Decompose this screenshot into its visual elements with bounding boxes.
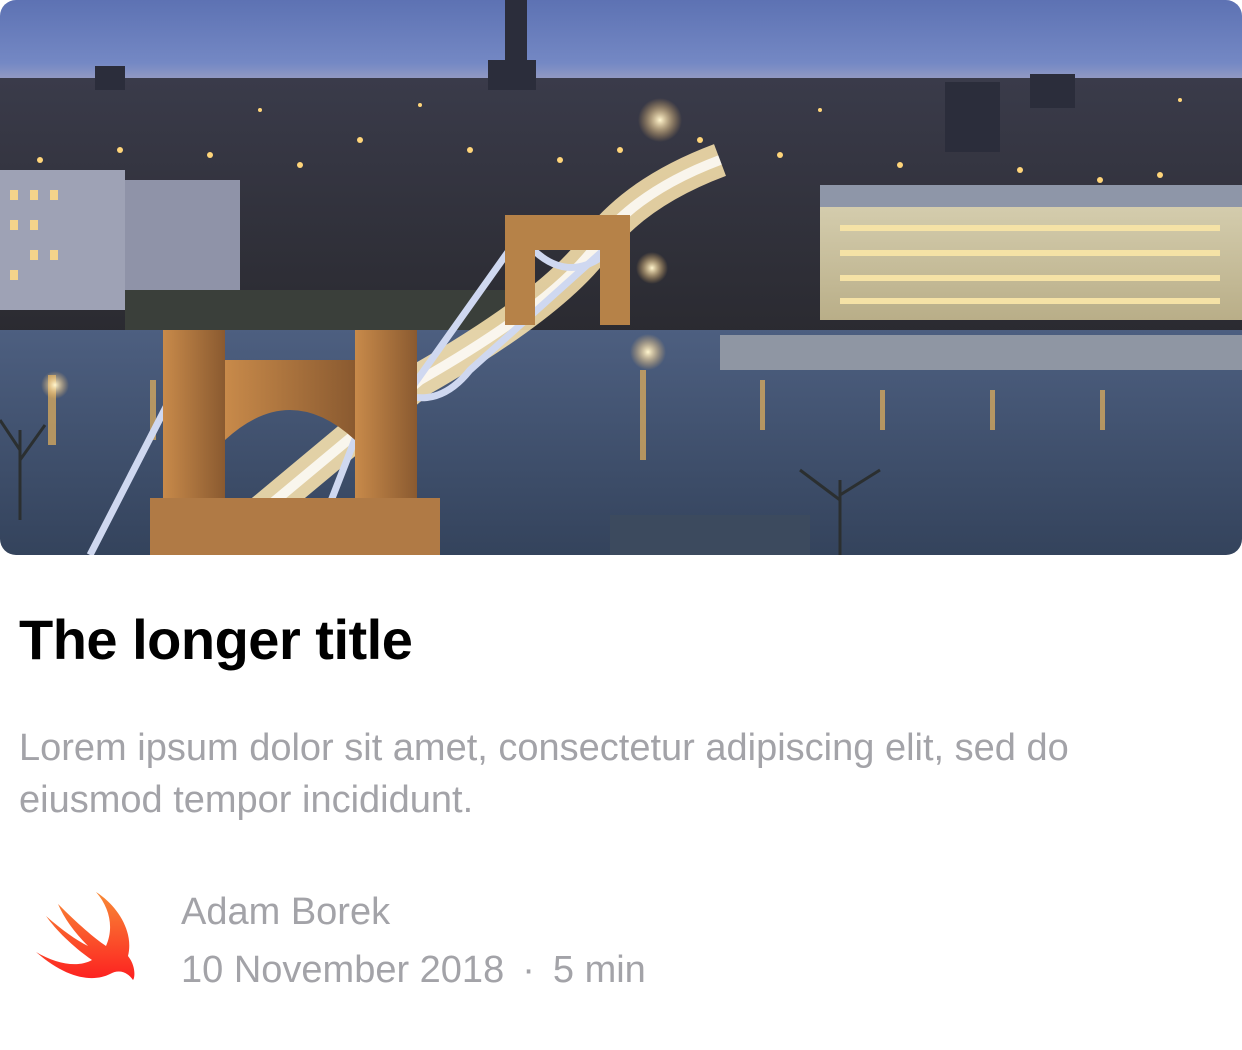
hero-photo: [0, 0, 1242, 555]
separator-dot: ·: [522, 949, 535, 991]
hero-image[interactable]: [0, 0, 1242, 555]
date-and-readtime: 10 November 2018 · 5 min: [181, 941, 646, 999]
publish-date: 10 November 2018: [181, 949, 505, 991]
author-name: Adam Borek: [181, 891, 391, 933]
article-card[interactable]: The longer title Lorem ipsum dolor sit a…: [0, 0, 1242, 1050]
swift-logo-icon: [34, 890, 136, 982]
article-meta: Adam Borek 10 November 2018 · 5 min: [181, 883, 646, 999]
read-time: 5 min: [552, 949, 646, 991]
article-summary: Lorem ipsum dolor sit amet, consectetur …: [19, 727, 1069, 821]
article-title: The longer title: [19, 608, 413, 671]
